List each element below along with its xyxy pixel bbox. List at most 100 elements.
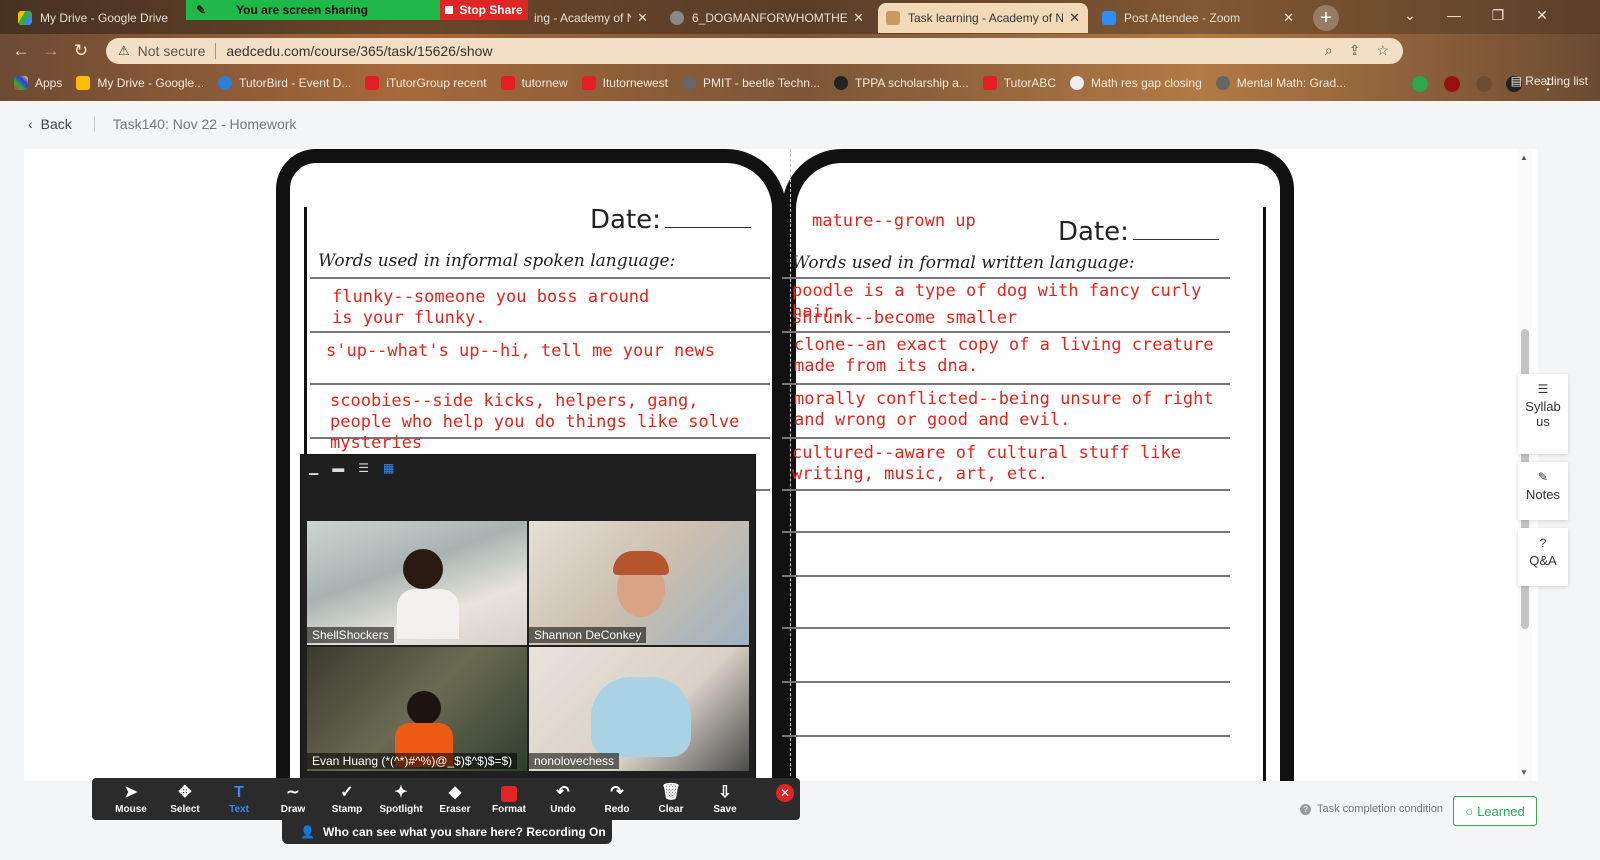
- tool-label: Text: [229, 803, 249, 815]
- back-button[interactable]: ‹ Back: [28, 116, 72, 132]
- grid-view-icon[interactable]: ▦: [383, 461, 394, 475]
- screen-share-banner: ✎ You are screen sharing: [186, 0, 440, 20]
- security-label: Not secure: [137, 43, 206, 59]
- close-icon[interactable]: ✕: [637, 10, 648, 26]
- list-icon: ☰: [1537, 382, 1549, 396]
- sidebar-item-label: Notes: [1526, 487, 1560, 502]
- bookmark-itutorgroup[interactable]: iTutorGroup recent: [365, 76, 487, 90]
- tool-text[interactable]: T Text: [212, 784, 266, 815]
- bookmark-pmit[interactable]: PMIT - beetle Techn...: [682, 76, 820, 90]
- url-text: aedcedu.com/course/365/task/15626/show: [226, 43, 493, 59]
- bookmark-tutorabc[interactable]: TutorABC: [982, 76, 1056, 90]
- tab-dogman[interactable]: 6_DOGMANFORWHOMTHEE ✕: [662, 3, 872, 33]
- itutor-icon: [500, 76, 515, 90]
- window-close-button[interactable]: ✕: [1520, 0, 1564, 30]
- zoom-lens-icon[interactable]: ⌕: [1325, 42, 1333, 59]
- document-viewer[interactable]: Date: Words used in informal spoken lang…: [24, 149, 1538, 781]
- bookmark-apps[interactable]: Apps: [14, 76, 62, 90]
- zoom-gallery-window[interactable]: ▁ ▬ ☰ ▦ ShellShockers Shannon DeConkey E…: [300, 454, 756, 784]
- participant-figure: [397, 589, 459, 639]
- browser-chrome: My Drive - Google Drive ing - Academy of…: [0, 0, 1600, 101]
- ruled-line: [782, 531, 1230, 533]
- tab-search-icon[interactable]: ⌄: [1388, 0, 1432, 30]
- ruled-line: [782, 277, 1230, 279]
- minimize-icon[interactable]: ▁: [309, 461, 318, 475]
- close-icon[interactable]: ✕: [1069, 10, 1080, 26]
- ruled-line: [782, 681, 1230, 683]
- video-tile[interactable]: ShellShockers: [307, 521, 527, 645]
- tab-label: Task learning - Academy of N: [908, 11, 1064, 25]
- annotation-text: shrunk--become smaller: [792, 308, 1018, 328]
- participant-name: ShellShockers: [307, 627, 394, 643]
- close-icon[interactable]: ✕: [853, 10, 864, 26]
- minimize-button[interactable]: —: [1432, 0, 1476, 30]
- tool-stamp[interactable]: ✓ Stamp: [320, 784, 374, 815]
- video-tile[interactable]: nonolovechess: [529, 647, 749, 771]
- bookmark-tutorbird[interactable]: TutorBird - Event D...: [218, 76, 351, 90]
- bookmark-itutornewest[interactable]: Itutornewest: [581, 76, 668, 90]
- learned-button[interactable]: ○ Learned: [1453, 796, 1537, 826]
- scroll-down-icon[interactable]: ▼: [1520, 768, 1528, 777]
- globe-icon: [1070, 76, 1085, 90]
- cursor-icon: ➤: [124, 783, 138, 801]
- tool-format[interactable]: Format: [482, 784, 536, 815]
- sidebar-item-qa[interactable]: ? Q&A: [1518, 528, 1568, 586]
- close-icon[interactable]: ✕: [1283, 10, 1294, 26]
- sidebar-item-notes[interactable]: ✎ Notes: [1518, 462, 1568, 520]
- participant-figure: [613, 551, 669, 575]
- share-icon[interactable]: ⇪: [1349, 42, 1361, 59]
- address-bar[interactable]: ⚠ Not secure aedcedu.com/course/365/task…: [106, 38, 1403, 64]
- tab-label: Post Attendee - Zoom: [1124, 11, 1241, 25]
- strip-view-icon[interactable]: ☰: [358, 461, 369, 475]
- scroll-up-icon[interactable]: ▲: [1520, 153, 1528, 162]
- bookmark-star-icon[interactable]: ☆: [1376, 42, 1389, 59]
- tool-select[interactable]: ✥ Select: [158, 784, 212, 815]
- tool-save[interactable]: ⇩ Save: [698, 784, 752, 815]
- tool-spotlight[interactable]: ✦ Spotlight: [374, 784, 428, 815]
- stop-share-button[interactable]: Stop Share: [440, 0, 528, 20]
- bookmark-tutornew[interactable]: tutornew: [500, 76, 568, 90]
- share-visibility-notice[interactable]: 👤 Who can see what you share here? Recor…: [282, 820, 612, 844]
- reading-list[interactable]: ▤ Reading list: [1511, 74, 1588, 88]
- restore-button[interactable]: ❐: [1476, 0, 1520, 30]
- tab-task-learning[interactable]: Task learning - Academy of N ✕: [878, 3, 1088, 33]
- tab-google-drive[interactable]: My Drive - Google Drive: [10, 3, 186, 33]
- save-icon: ⇩: [718, 783, 732, 801]
- forward-arrow-icon[interactable]: →: [36, 41, 66, 61]
- bookmark-math-res[interactable]: Math res gap closing: [1070, 76, 1202, 90]
- close-annotation-button[interactable]: ✕: [776, 784, 794, 802]
- tab-zoom[interactable]: Post Attendee - Zoom ✕: [1094, 3, 1302, 33]
- color-swatch-icon: [501, 785, 517, 802]
- bookmark-mental-math[interactable]: Mental Math: Grad...: [1215, 76, 1346, 90]
- tool-mouse[interactable]: ➤ Mouse: [104, 784, 158, 815]
- tool-redo[interactable]: ↷ Redo: [590, 784, 644, 815]
- tool-eraser[interactable]: ◆ Eraser: [428, 784, 482, 815]
- date-field-left: Date:: [590, 205, 751, 235]
- participant-figure: [403, 549, 443, 589]
- move-icon: ✥: [178, 783, 192, 801]
- tool-undo[interactable]: ↶ Undo: [536, 784, 590, 815]
- annotation-text: mature--grown up: [812, 211, 976, 231]
- share-banner-label: You are screen sharing: [236, 3, 368, 17]
- bookmark-my-drive[interactable]: My Drive - Google...: [76, 76, 204, 90]
- tool-clear[interactable]: 🗑 Clear: [644, 784, 698, 815]
- tool-draw[interactable]: ∼ Draw: [266, 784, 320, 815]
- sidebar-item-syllabus[interactable]: ☰ Syllabus: [1518, 374, 1568, 454]
- reading-list-icon: ▤: [1510, 74, 1526, 88]
- video-tile[interactable]: Shannon DeConkey: [529, 521, 749, 645]
- bookmark-label: Apps: [35, 76, 63, 90]
- pin-icon: ✎: [196, 3, 207, 17]
- task-completion-condition[interactable]: ? Task completion condition: [1300, 803, 1443, 815]
- reload-icon[interactable]: ↻: [66, 41, 96, 61]
- tutorbird-icon: [218, 76, 233, 90]
- bookmark-label: My Drive - Google...: [97, 76, 205, 90]
- bookmark-label: Itutornewest: [602, 76, 668, 90]
- new-tab-button[interactable]: +: [1313, 5, 1339, 31]
- share-notice-label: Who can see what you share here? Recordi…: [322, 825, 606, 839]
- back-arrow-icon[interactable]: ←: [6, 41, 36, 61]
- bookmark-tppa[interactable]: TPPA scholarship a...: [833, 76, 969, 90]
- video-tile[interactable]: Evan Huang (*(^*)#^%)@_$)$^$)$=$): [307, 647, 527, 771]
- speaker-view-icon[interactable]: ▬: [332, 461, 344, 475]
- bookmark-label: iTutorGroup recent: [386, 76, 487, 90]
- date-label: Date:: [590, 205, 661, 235]
